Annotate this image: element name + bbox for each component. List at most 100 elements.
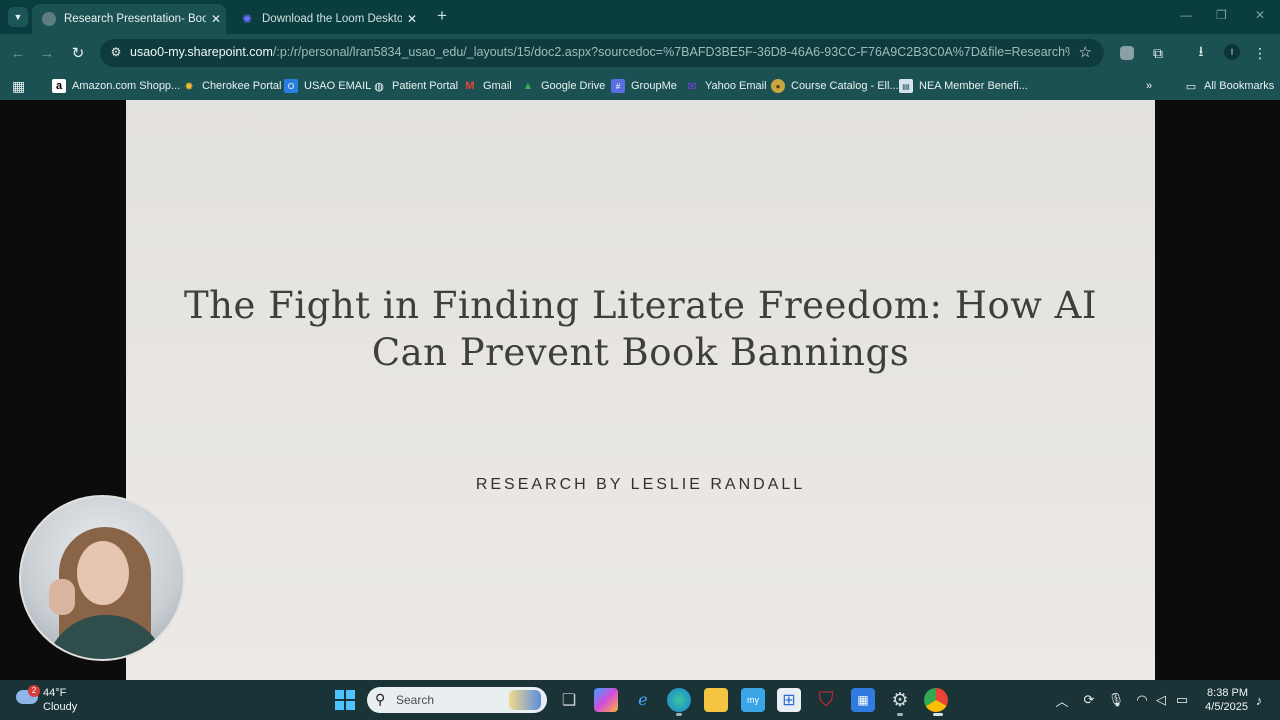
clock-time: 8:38 PM <box>1207 687 1248 699</box>
more-bookmarks-chevron-icon[interactable]: » <box>1146 77 1152 95</box>
tab-title: Download the Loom Desktop A <box>262 13 402 25</box>
address-bar[interactable]: ⚙ usao0-my.sharepoint.com/:p:/r/personal… <box>100 39 1104 67</box>
tab-search-button[interactable]: ▼ <box>8 7 28 27</box>
loom-icon: ✺ <box>241 12 253 26</box>
bookmark-patient-portal[interactable]: ◍ Patient Portal <box>372 77 458 95</box>
tray-overflow-chevron-icon[interactable]: ︿ <box>1053 690 1071 710</box>
weather-condition: Cloudy <box>43 701 78 713</box>
bookmark-groupme[interactable]: # GroupMe <box>611 77 677 95</box>
webcam-person-face <box>77 541 129 605</box>
bookmark-nea-member[interactable]: ▤ NEA Member Benefi... <box>899 77 1028 95</box>
browser-toolbar: ← → ↻ ⚙ usao0-my.sharepoint.com/:p:/r/pe… <box>0 34 1280 72</box>
notification-badge: 2 <box>28 685 40 697</box>
apps-grid-icon[interactable]: ▦ <box>12 77 25 95</box>
nea-icon: ▤ <box>899 79 913 93</box>
globe-icon: ◍ <box>374 80 384 93</box>
slide[interactable]: The Fight in Finding Literate Freedom: H… <box>126 100 1155 680</box>
new-tab-button[interactable]: + <box>432 6 452 26</box>
edge-icon[interactable] <box>667 688 691 712</box>
bookmark-usao-email[interactable]: O USAO EMAIL <box>284 77 371 95</box>
search-highlight-icon <box>509 690 541 710</box>
menu-dots-icon[interactable]: ⋮ <box>1250 43 1270 63</box>
bookmark-label: Google Drive <box>541 80 606 92</box>
site-info-icon[interactable]: ⚙ <box>108 45 124 61</box>
drive-icon: ▲ <box>522 80 534 92</box>
bookmark-yahoo-email[interactable]: ✉ Yahoo Email <box>685 77 767 95</box>
bookmark-star-icon[interactable]: ☆ <box>1079 43 1092 61</box>
settings-gear-icon[interactable]: ⚙ <box>888 688 912 712</box>
webcam-bubble[interactable] <box>19 495 185 661</box>
windows-start-icon[interactable] <box>333 688 357 712</box>
groupme-icon: # <box>611 79 625 93</box>
webcam-person-hand <box>49 579 75 615</box>
mcafee-icon[interactable]: ⛉ <box>814 688 838 712</box>
taskbar-search[interactable]: ⚲ Search <box>367 687 547 713</box>
presentation-viewer: The Fight in Finding Literate Freedom: H… <box>0 100 1280 680</box>
search-placeholder: Search <box>396 693 435 707</box>
yahoo-mail-icon: ✉ <box>687 80 697 93</box>
sync-icon[interactable]: ⟳ <box>1080 690 1098 710</box>
mylogin-icon[interactable]: my <box>741 688 765 712</box>
tab-loom-download[interactable]: ✺ Download the Loom Desktop A ✕ <box>230 4 422 34</box>
bookmark-label: NEA Member Benefi... <box>919 80 1028 92</box>
bookmark-google-drive[interactable]: ▲ Google Drive <box>521 77 606 95</box>
restore-icon[interactable]: ❐ <box>1216 8 1227 22</box>
download-icon[interactable]: ⭳ <box>1191 43 1211 63</box>
folder-icon: ▭ <box>1185 80 1197 93</box>
outlook-icon: O <box>284 79 298 93</box>
notification-bell-icon[interactable]: ♪ <box>1250 690 1268 710</box>
gmail-icon: M <box>465 80 475 92</box>
microphone-icon[interactable]: 🎙 <box>1107 690 1125 710</box>
bookmark-label: Gmail <box>483 80 512 92</box>
task-view-icon[interactable]: ❏ <box>557 688 581 712</box>
bookmark-cherokee-portal[interactable]: ✸ Cherokee Portal <box>182 77 282 95</box>
copilot-icon[interactable] <box>594 688 618 712</box>
bookmark-label: Cherokee Portal <box>202 80 282 92</box>
chrome-icon[interactable] <box>924 688 948 712</box>
bookmark-label: GroupMe <box>631 80 677 92</box>
all-bookmarks-folder[interactable]: ▭ All Bookmarks <box>1184 77 1275 95</box>
running-indicator <box>676 713 682 716</box>
slide-subtitle: RESEARCH BY LESLIE RANDALL <box>475 476 806 493</box>
bookmark-label: USAO EMAIL <box>304 80 372 92</box>
bookmark-gmail[interactable]: M Gmail <box>463 77 512 95</box>
url-text[interactable]: usao0-my.sharepoint.com/:p:/r/personal/l… <box>130 45 1070 59</box>
file-explorer-icon[interactable] <box>704 688 728 712</box>
bookmark-label: Course Catalog - Ell... <box>791 80 899 92</box>
bookmark-course-catalog[interactable]: ● Course Catalog - Ell... <box>771 77 899 95</box>
clock-date: 4/5/2025 <box>1205 701 1248 713</box>
bookmark-label: All Bookmarks <box>1204 80 1275 92</box>
close-icon[interactable]: ✕ <box>206 12 226 26</box>
taskbar-clock[interactable]: 8:38 PM 4/5/2025 <box>1196 686 1248 714</box>
close-icon[interactable]: ✕ <box>402 12 422 26</box>
tab-research-presentation[interactable]: Research Presentation- Book Ba ✕ <box>32 4 226 34</box>
running-indicator <box>933 713 943 716</box>
weather-widget[interactable]: 2 44°F Cloudy <box>14 684 94 716</box>
internet-explorer-icon[interactable]: ℯ <box>631 688 655 712</box>
globe-icon <box>42 12 56 26</box>
battery-icon[interactable]: ▭ <box>1173 690 1191 710</box>
search-icon: ⚲ <box>375 691 386 707</box>
back-icon[interactable]: ← <box>8 43 28 63</box>
extensions-puzzle-icon[interactable]: ⧉ <box>1148 43 1168 63</box>
extension-icon[interactable] <box>1120 46 1134 60</box>
reload-icon[interactable]: ↻ <box>68 43 88 63</box>
calendar-icon[interactable]: ▦ <box>851 688 875 712</box>
bookmark-amazon[interactable]: a Amazon.com Shopp... <box>52 77 180 95</box>
close-window-icon[interactable]: ✕ <box>1255 8 1265 22</box>
bookmarks-bar: ▦ a Amazon.com Shopp... ✸ Cherokee Portal … <box>0 72 1280 100</box>
slide-title: The Fight in Finding Literate Freedom: H… <box>183 284 1098 374</box>
wifi-icon[interactable]: ◠ <box>1133 690 1151 710</box>
forward-icon[interactable]: → <box>37 43 57 63</box>
volume-icon[interactable]: ◁ <box>1152 690 1170 710</box>
minimize-icon[interactable]: — <box>1180 8 1192 22</box>
url-path: /:p:/r/personal/lran5834_usao_edu/_layou… <box>272 45 1070 59</box>
url-host: usao0-my.sharepoint.com <box>130 45 273 59</box>
bookmark-label: Patient Portal <box>392 80 459 92</box>
profile-avatar[interactable]: I <box>1224 44 1240 60</box>
microsoft-store-icon[interactable]: ⊞ <box>777 688 801 712</box>
bookmark-label: Yahoo Email <box>705 80 767 92</box>
bookmark-label: Amazon.com Shopp... <box>72 80 181 92</box>
amazon-icon: a <box>52 79 66 93</box>
running-indicator <box>897 713 903 716</box>
